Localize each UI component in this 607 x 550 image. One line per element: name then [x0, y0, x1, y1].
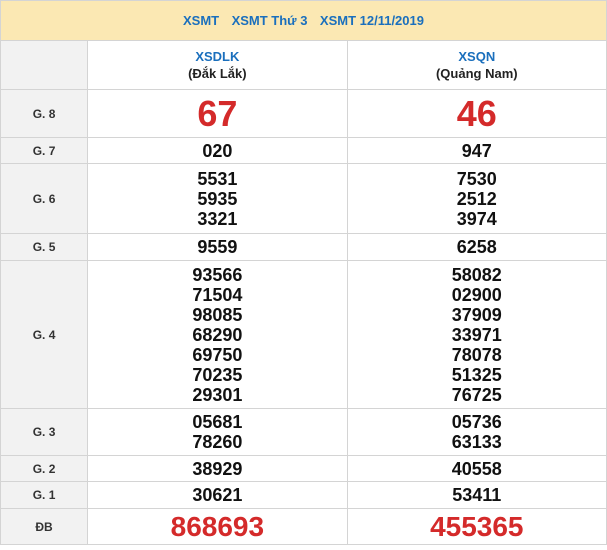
result-number: 7530: [456, 168, 497, 189]
result-cell-dlk: 868693: [87, 508, 348, 545]
province-code[interactable]: XSDLK: [88, 48, 346, 65]
result-number: 38929: [192, 458, 243, 479]
result-number: 67: [197, 92, 238, 134]
province-row: XSDLK (Đắk Lắk) XSQN (Quảng Nam): [0, 40, 607, 90]
result-number: 2512: [456, 188, 497, 209]
prize-row: G. 6 5531 5935 3321 7530 2512 3974: [0, 163, 607, 234]
result-cell-qn: 05736 63133: [346, 408, 607, 456]
result-number: 3321: [197, 208, 238, 229]
result-number: 78260: [192, 432, 243, 452]
result-cell-dlk: 5531 5935 3321: [87, 163, 348, 234]
prize-row: G. 2 38929 40558: [0, 455, 607, 482]
province-qn: XSQN (Quảng Nam): [346, 40, 607, 90]
corner-cell: [0, 40, 89, 90]
result-cell-qn: 455365: [346, 508, 607, 545]
result-number: 98085: [192, 304, 243, 325]
result-number: 37909: [451, 304, 502, 325]
result-number: 53411: [452, 485, 502, 505]
result-cell-qn: 947: [346, 137, 607, 164]
result-number: 78078: [451, 344, 502, 365]
result-cell-dlk: 05681 78260: [87, 408, 348, 456]
result-number: 40558: [451, 458, 502, 479]
result-number: 05681: [192, 412, 243, 432]
province-dlk: XSDLK (Đắk Lắk): [87, 40, 348, 90]
result-number: 76725: [451, 384, 502, 405]
result-number: 6258: [456, 237, 497, 257]
header-cell: XSMT XSMT Thứ 3 XSMT 12/11/2019: [0, 0, 607, 41]
result-number: 947: [461, 140, 492, 161]
prize-label: G. 8: [0, 89, 89, 138]
prize-row: G. 4 93566 71504 98085 68290 69750 70235 29301 5…: [0, 260, 607, 409]
result-number: 5531: [197, 168, 238, 189]
link-xsmt-thu3[interactable]: XSMT Thứ 3: [232, 13, 308, 28]
result-number: 58082: [451, 264, 502, 285]
result-number: 63133: [451, 432, 502, 452]
result-cell-qn: 40558: [346, 455, 607, 482]
result-cell-dlk: 38929: [87, 455, 348, 482]
result-cell-qn: 58082 02900 37909 33971 78078 51325 76725: [346, 260, 607, 409]
lottery-results-table: XSMT XSMT Thứ 3 XSMT 12/11/2019 XSDLK (Đ…: [0, 0, 607, 545]
prize-label: G. 2: [0, 455, 89, 482]
result-number: 46: [456, 92, 497, 134]
link-xsmt-date[interactable]: XSMT 12/11/2019: [320, 13, 424, 28]
prize-label: G. 3: [0, 408, 89, 456]
result-number: 868693: [170, 510, 265, 542]
result-cell-qn: 46: [346, 89, 607, 138]
prize-row: G. 3 05681 78260 05736 63133: [0, 408, 607, 456]
result-number: 71504: [192, 284, 243, 305]
prize-label: G. 6: [0, 163, 89, 234]
result-number: 020: [202, 140, 233, 161]
result-cell-dlk: 020: [87, 137, 348, 164]
prize-label: G. 4: [0, 260, 89, 409]
prize-row: G. 5 9559 6258: [0, 233, 607, 261]
result-number: 51325: [451, 364, 502, 385]
prize-row: G. 8 67 46: [0, 89, 607, 138]
result-number: 29301: [192, 384, 243, 405]
result-number: 30621: [192, 485, 243, 505]
result-cell-dlk: 30621: [87, 481, 348, 509]
result-number: 5935: [197, 188, 238, 209]
prize-rows: G. 8 67 46 G. 7 020 947 G. 6 5531 5935 3321 7530 25…: [0, 89, 607, 545]
result-number: 02900: [451, 284, 502, 305]
result-number: 93566: [192, 264, 243, 285]
prize-row: G. 7 020 947: [0, 137, 607, 164]
result-number: 3974: [456, 208, 497, 229]
result-number: 05736: [451, 412, 502, 432]
province-name: (Quảng Nam): [435, 66, 518, 81]
result-cell-dlk: 67: [87, 89, 348, 138]
result-number: 455365: [430, 510, 524, 542]
result-cell-dlk: 9559: [87, 233, 348, 261]
result-cell-dlk: 93566 71504 98085 68290 69750 70235 29301: [87, 260, 348, 409]
result-number: 9559: [197, 237, 238, 257]
prize-row: ĐB 868693 455365: [0, 508, 607, 545]
result-number: 68290: [192, 324, 243, 345]
result-number: 33971: [451, 324, 502, 345]
prize-label: G. 1: [0, 481, 89, 509]
province-name: (Đắk Lắk): [188, 66, 247, 81]
result-cell-qn: 7530 2512 3974: [346, 163, 607, 234]
prize-row: G. 1 30621 53411: [0, 481, 607, 509]
result-cell-qn: 6258: [346, 233, 607, 261]
result-number: 69750: [192, 344, 243, 365]
prize-label: G. 7: [0, 137, 89, 164]
header-row: XSMT XSMT Thứ 3 XSMT 12/11/2019: [0, 0, 607, 41]
province-code[interactable]: XSQN: [348, 48, 606, 65]
result-cell-qn: 53411: [346, 481, 607, 509]
prize-label: G. 5: [0, 233, 89, 261]
result-number: 70235: [192, 364, 243, 385]
prize-label: ĐB: [0, 508, 89, 545]
link-xsmt[interactable]: XSMT: [183, 13, 219, 28]
